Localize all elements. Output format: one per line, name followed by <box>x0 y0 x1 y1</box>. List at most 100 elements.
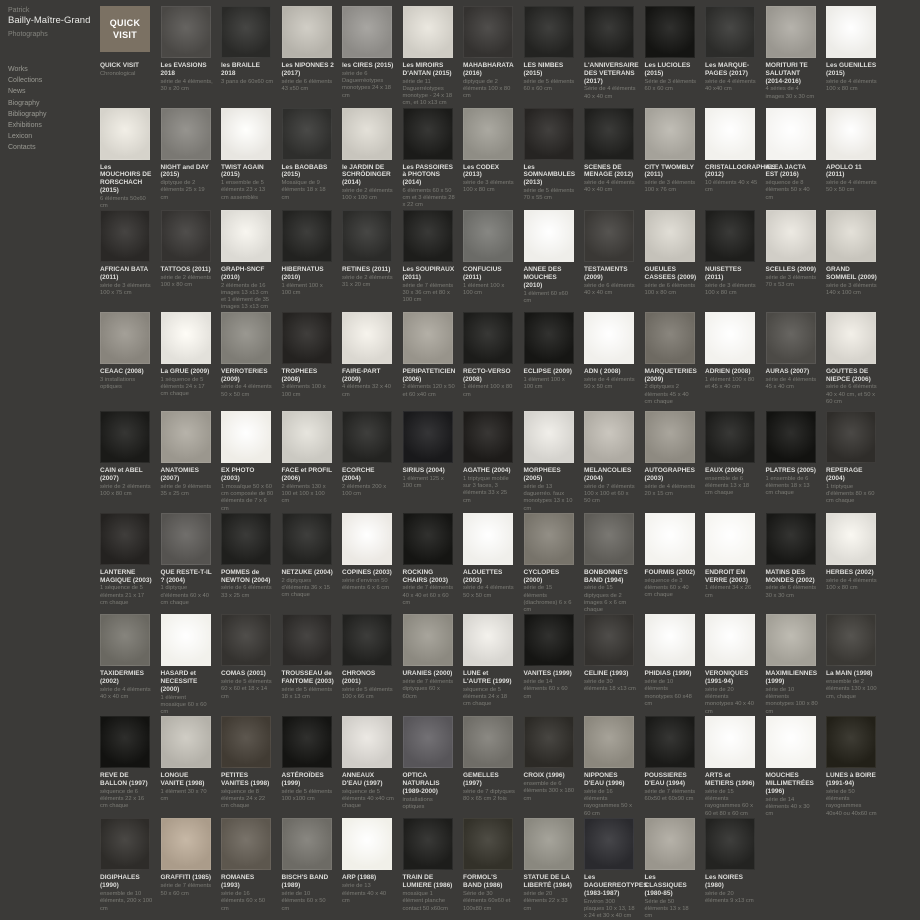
work-title[interactable]: URANIES (2000) <box>403 670 456 678</box>
work-item[interactable]: ROCKING CHAIRS (2003) série de 7 élément… <box>403 513 464 615</box>
work-title[interactable]: MORITURI TE SALUTANT (2014-2016) <box>766 62 819 85</box>
work-item[interactable]: NIPPONES D'EAU (1996) série de 16 élémen… <box>584 716 645 818</box>
work-thumbnail[interactable] <box>342 6 392 58</box>
work-title[interactable]: Les EVASIONS 2018 <box>161 62 214 78</box>
work-title[interactable]: CHRONOS (2001) <box>342 670 395 686</box>
work-title[interactable]: TROUSSEAU de FANTOME (2003) <box>282 670 335 686</box>
work-thumbnail[interactable] <box>161 108 211 160</box>
work-title[interactable]: MAXIMILIENNES (1999) <box>766 670 819 686</box>
work-thumbnail[interactable] <box>705 6 755 58</box>
work-thumbnail[interactable] <box>221 6 271 58</box>
work-title[interactable]: COMAS (2001) <box>221 670 274 678</box>
work-thumbnail[interactable] <box>403 6 453 58</box>
work-thumbnail[interactable] <box>221 716 271 768</box>
work-item[interactable]: CONFUCIUS (2011) 1 élément 100 x 100 cm <box>463 210 524 312</box>
work-title[interactable]: Les SOUPIRAUX (2011) <box>403 266 456 282</box>
work-item[interactable]: Les DAGUERREOTYPES (1983-1987) Environ 3… <box>584 818 645 920</box>
work-thumbnail[interactable] <box>403 513 453 565</box>
work-item[interactable]: GRAPH-SNCF (2010) 2 éléments de 16 image… <box>221 210 282 312</box>
work-title[interactable]: MELANCOLIES (2004) <box>584 467 637 483</box>
work-title[interactable]: GUEULES CASSEES (2009) <box>645 266 698 282</box>
work-title[interactable]: Les NOIRES (1980) <box>705 874 758 890</box>
work-item[interactable]: La GRUE (2009) 1 séquence de 5 éléments … <box>161 312 222 412</box>
work-thumbnail[interactable] <box>403 614 453 666</box>
work-thumbnail[interactable] <box>403 210 453 262</box>
work-item[interactable]: Les CLASSIQUES (1980-85) Série de 50 élé… <box>645 818 706 920</box>
work-title[interactable]: ANATOMIES (2007) <box>161 467 214 483</box>
work-item[interactable]: POUSSIERES D'EAU (1994) série de 7 éléme… <box>645 716 706 818</box>
work-item[interactable]: ALEA JACTA EST (2016) séquence de 8 élém… <box>766 108 827 211</box>
work-thumbnail[interactable] <box>100 818 150 870</box>
work-thumbnail[interactable] <box>342 108 392 160</box>
work-thumbnail[interactable] <box>282 614 332 666</box>
work-thumbnail[interactable] <box>766 108 816 160</box>
work-title[interactable]: Les BAOBABS (2015) <box>282 164 335 180</box>
work-item[interactable]: TESTAMENTS (2009) série de 6 éléments 40… <box>584 210 645 312</box>
work-thumbnail[interactable] <box>463 716 513 768</box>
work-item[interactable]: MAHABHARATA (2016) diptyque de 2 élément… <box>463 6 524 108</box>
work-title[interactable]: NUISETTES (2011) <box>705 266 758 282</box>
work-item[interactable]: Les MOUCHOIRS DE RORSCHACH (2015) 6 élém… <box>100 108 161 211</box>
work-title[interactable]: SIRIUS (2004) <box>403 467 456 475</box>
work-item[interactable]: L'ANNIVERSAIRE DES VETERANS (2017) Série… <box>584 6 645 108</box>
work-item[interactable]: GRAFFITI (1985) série de 7 éléments 50 x… <box>161 818 222 920</box>
work-thumbnail[interactable] <box>161 614 211 666</box>
work-title[interactable]: Les MOUCHOIRS DE RORSCHACH (2015) <box>100 164 153 195</box>
work-item[interactable]: Les CODEX (2013) série de 3 éléments 100… <box>463 108 524 211</box>
work-title[interactable]: Les CODEX (2013) <box>463 164 516 180</box>
work-item[interactable]: GRAND SOMMEIL (2009) série de 3 éléments… <box>826 210 887 312</box>
work-title[interactable]: Les SOMNAMBULES (2013) <box>524 164 577 187</box>
work-title[interactable]: MARQUETERIES (2009) <box>645 368 698 384</box>
work-thumbnail[interactable] <box>705 513 755 565</box>
sidebar-menu-item[interactable]: Contacts <box>8 142 98 153</box>
work-title[interactable]: HASARD et NECESSITE (2000) <box>161 670 214 693</box>
work-title[interactable]: GOUTTES DE NIEPCE (2006) <box>826 368 879 384</box>
work-thumbnail[interactable] <box>645 818 695 870</box>
work-thumbnail[interactable] <box>705 614 755 666</box>
work-title[interactable]: NIGHT and DAY (2015) <box>161 164 214 180</box>
work-thumbnail[interactable] <box>766 614 816 666</box>
work-thumbnail[interactable] <box>463 312 513 364</box>
work-item[interactable]: RECTO-VERSO (2008) 1 élément 100 x 80 cm <box>463 312 524 412</box>
work-item[interactable]: CYCLOPES (2000) série de 15 éléments (di… <box>524 513 585 615</box>
sidebar-menu-item[interactable]: Exhibitions <box>8 120 98 131</box>
work-thumbnail[interactable] <box>282 818 332 870</box>
work-item[interactable]: EX PHOTO (2003) 1 mosaïque 50 x 60 cm co… <box>221 411 282 513</box>
work-title[interactable]: VANITES (1999) <box>524 670 577 678</box>
work-title[interactable]: LUNES à BOIRE (1991-94) <box>826 772 879 788</box>
work-thumbnail[interactable] <box>645 6 695 58</box>
sidebar-menu-item[interactable]: Lexicon <box>8 131 98 142</box>
work-thumbnail[interactable] <box>403 312 453 364</box>
work-item[interactable]: OPTICA NATURALIS (1989-2000) installatio… <box>403 716 464 818</box>
work-item[interactable]: les BRAILLE 2018 3 pans de 60x60 cm <box>221 6 282 108</box>
work-item[interactable]: SIRIUS (2004) 1 élément 125 x 100 cm <box>403 411 464 513</box>
work-thumbnail[interactable] <box>645 513 695 565</box>
work-title[interactable]: NETZUKE (2004) <box>282 569 335 577</box>
work-thumbnail[interactable] <box>705 108 755 160</box>
work-item[interactable]: FOURMIS (2002) séquence de 3 éléments 60… <box>645 513 706 615</box>
work-title[interactable]: FOURMIS (2002) <box>645 569 698 577</box>
work-title[interactable]: SCELLES (2009) <box>766 266 819 274</box>
work-item[interactable]: HIBERNATUS (2010) 1 élément 100 x 100 cm <box>282 210 343 312</box>
work-title[interactable]: APOLLO 11 (2011) <box>826 164 879 180</box>
work-item[interactable]: CRISTALLOGRAPHIES (2012) 10 éléments 40 … <box>705 108 766 211</box>
work-item[interactable]: TROPHEES (2008) 3 éléments 100 x 100 cm <box>282 312 343 412</box>
work-title[interactable]: PLATRES (2005) <box>766 467 819 475</box>
artist-last-name[interactable]: Bailly-Maître-Grand <box>8 15 98 27</box>
work-item[interactable]: CITY TWOMBLY (2011) série de 3 éléments … <box>645 108 706 211</box>
work-thumbnail[interactable] <box>826 210 876 262</box>
work-item[interactable]: ROMANES (1993) série de 16 éléments 60 x… <box>221 818 282 920</box>
work-item[interactable]: AGATHE (2004) 1 triptyque mobile sur 3 f… <box>463 411 524 513</box>
work-item[interactable]: NETZUKE (2004) 2 diptyques d'éléments 36… <box>282 513 343 615</box>
work-title[interactable]: les CIRES (2015) <box>342 62 395 70</box>
sidebar-menu-item[interactable]: Collections <box>8 75 98 86</box>
work-thumbnail[interactable] <box>282 108 332 160</box>
work-title[interactable]: CONFUCIUS (2011) <box>463 266 516 282</box>
work-item[interactable]: STATUE DE LA LIBERTÉ (1984) série de 20 … <box>524 818 585 920</box>
quick-visit-title[interactable]: QUICK VISIT <box>100 62 153 70</box>
work-title[interactable]: Les GUENILLES (2015) <box>826 62 879 78</box>
work-thumbnail[interactable] <box>524 108 574 160</box>
work-title[interactable]: ARP (1988) <box>342 874 395 882</box>
work-item[interactable]: Les MIROIRS D'ANTAN (2015) série de 11 D… <box>403 6 464 108</box>
work-thumbnail[interactable] <box>221 312 271 364</box>
